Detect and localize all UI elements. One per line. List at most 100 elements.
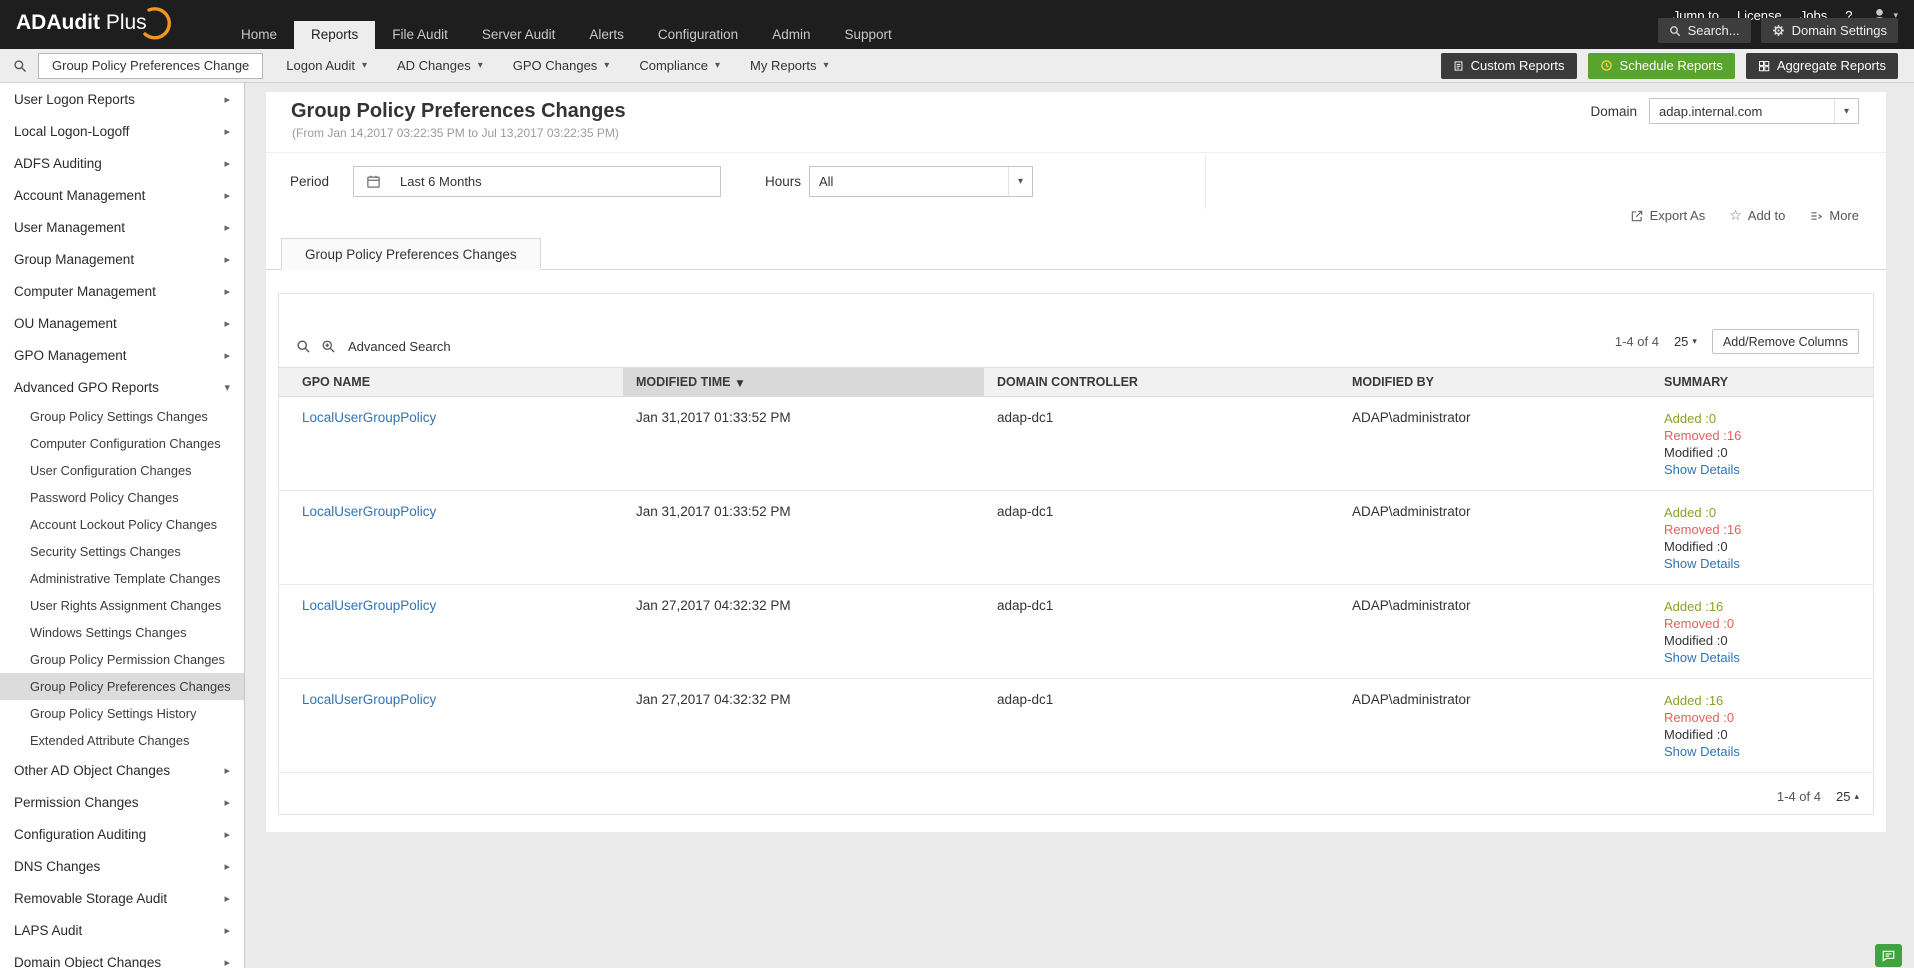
advanced-search-label[interactable]: Advanced Search: [348, 339, 451, 354]
sidebar-item-label: User Configuration Changes: [30, 463, 192, 478]
chevron-down-icon: ▾: [714, 60, 721, 71]
sidebar-item-security-settings-changes[interactable]: Security Settings Changes: [0, 538, 244, 565]
hours-select[interactable]: All ▾: [809, 166, 1033, 197]
sidebar-item-administrative-template-changes[interactable]: Administrative Template Changes: [0, 565, 244, 592]
add-remove-columns-button[interactable]: Add/Remove Columns: [1711, 329, 1859, 354]
sidebar-item-group-policy-permission-changes[interactable]: Group Policy Permission Changes: [0, 646, 244, 673]
nav-item-support[interactable]: Support: [827, 21, 908, 49]
sidebar-item-label: ADFS Auditing: [14, 155, 102, 171]
summary-cell: Added :16 Removed :0 Modified :0 Show Detai…: [1651, 678, 1873, 773]
nav-item-server-audit[interactable]: Server Audit: [465, 21, 573, 49]
show-details-link[interactable]: Show Details: [1664, 743, 1873, 760]
column-label: MODIFIED TIME: [636, 375, 731, 389]
sidebar-list: User Logon Reports ▸ Local Logon-Logoff ▸ AD…: [0, 83, 244, 968]
chevron-right-icon: ▸: [224, 316, 230, 330]
chevron-down-icon: ▾: [1692, 336, 1697, 347]
sidebar-item-gpo-management[interactable]: GPO Management ▸: [0, 339, 244, 371]
hours-select-box: All ▾: [809, 166, 1033, 197]
schedule-reports-button[interactable]: Schedule Reports: [1587, 52, 1735, 79]
sidebar-item-extended-attribute-changes[interactable]: Extended Attribute Changes: [0, 727, 244, 754]
sidebar-item-group-policy-preferences-changes[interactable]: Group Policy Preferences Changes: [0, 673, 244, 700]
sidebar-item-label: Other AD Object Changes: [14, 762, 171, 778]
custom-reports-button[interactable]: Custom Reports: [1440, 52, 1577, 79]
gpo-name-link[interactable]: LocalUserGroupPolicy: [302, 410, 436, 425]
chevron-right-icon: ▸: [224, 220, 230, 234]
menu-my-reports[interactable]: My Reports ▾: [735, 49, 844, 83]
sidebar-item-removable-storage-audit[interactable]: Removable Storage Audit ▸: [0, 882, 244, 914]
table-row: LocalUserGroupPolicy Jan 31,2017 01:33:52…: [279, 396, 1873, 491]
sidebar-item-group-policy-settings-history[interactable]: Group Policy Settings History: [0, 700, 244, 727]
sidebar-item-other-ad-object-changes[interactable]: Other AD Object Changes ▸: [0, 754, 244, 786]
sidebar-item-domain-object-changes[interactable]: Domain Object Changes ▸: [0, 946, 244, 968]
column-header-domain-controller[interactable]: DOMAIN CONTROLLER: [984, 367, 1339, 397]
gpo-name-link[interactable]: LocalUserGroupPolicy: [302, 598, 436, 613]
sidebar-item-adfs-auditing[interactable]: ADFS Auditing ▸: [0, 147, 244, 179]
sidebar-item-laps-audit[interactable]: LAPS Audit ▸: [0, 914, 244, 946]
tab-group-policy-preferences-changes[interactable]: Group Policy Preferences Changes: [281, 238, 541, 270]
page-size-dropdown[interactable]: 25 ▾: [1674, 334, 1697, 349]
sidebar-item-ou-management[interactable]: OU Management ▸: [0, 307, 244, 339]
sidebar-item-dns-changes[interactable]: DNS Changes ▸: [0, 850, 244, 882]
nav-item-reports[interactable]: Reports: [294, 21, 376, 49]
export-as-button[interactable]: Export As: [1630, 208, 1705, 223]
nav-item-alerts[interactable]: Alerts: [572, 21, 641, 49]
summary-added: Added :0: [1664, 505, 1717, 520]
chevron-right-icon: ▸: [224, 92, 230, 106]
add-to-button[interactable]: ☆ Add to: [1729, 208, 1785, 223]
period-picker[interactable]: Last 6 Months: [353, 166, 721, 197]
sidebar-item-account-lockout-policy-changes[interactable]: Account Lockout Policy Changes: [0, 511, 244, 538]
chat-icon: [1882, 950, 1895, 962]
sidebar-item-group-policy-settings-changes[interactable]: Group Policy Settings Changes: [0, 403, 244, 430]
show-details-link[interactable]: Show Details: [1664, 555, 1873, 572]
divider: [1205, 154, 1206, 209]
more-button[interactable]: More: [1809, 208, 1859, 223]
column-header-modified-time[interactable]: MODIFIED TIME ▼: [623, 367, 984, 397]
nav-item-admin[interactable]: Admin: [755, 21, 827, 49]
show-details-link[interactable]: Show Details: [1664, 649, 1873, 666]
search-icon[interactable]: [296, 339, 311, 354]
show-details-link[interactable]: Show Details: [1664, 461, 1873, 478]
report-search-icon[interactable]: [13, 59, 27, 73]
column-header-modified-by[interactable]: MODIFIED BY: [1339, 367, 1651, 397]
sidebar-item-user-configuration-changes[interactable]: User Configuration Changes: [0, 457, 244, 484]
menu-ad-changes[interactable]: AD Changes ▾: [382, 49, 498, 83]
chevron-down-icon: ▾: [361, 60, 367, 71]
nav-item-home[interactable]: Home: [224, 21, 294, 49]
sidebar-item-user-logon-reports[interactable]: User Logon Reports ▸: [0, 83, 244, 115]
sidebar-item-computer-management[interactable]: Computer Management ▸: [0, 275, 244, 307]
search-button[interactable]: Search...: [1657, 18, 1751, 43]
sidebar-item-computer-configuration-changes[interactable]: Computer Configuration Changes: [0, 430, 244, 457]
gpo-name-link[interactable]: LocalUserGroupPolicy: [302, 504, 436, 519]
domain-select[interactable]: adap.internal.com ▾: [1649, 98, 1859, 124]
menu-logon-audit[interactable]: Logon Audit ▾: [271, 49, 382, 83]
sidebar-item-local-logon-logoff[interactable]: Local Logon-Logoff ▸: [0, 115, 244, 147]
page-size-dropdown-bottom[interactable]: 25 ▴: [1836, 789, 1859, 804]
current-report-box[interactable]: Group Policy Preferences Change: [38, 52, 264, 79]
sidebar-item-configuration-auditing[interactable]: Configuration Auditing ▸: [0, 818, 244, 850]
advanced-search-icon[interactable]: [321, 339, 336, 354]
report-action-links: Export As ☆ Add to More: [1630, 208, 1859, 223]
column-header-gpo-name[interactable]: GPO NAME: [279, 367, 623, 397]
menu-label: My Reports: [750, 58, 817, 73]
chevron-down-icon: ▾: [604, 60, 610, 71]
gpo-name-link[interactable]: LocalUserGroupPolicy: [302, 692, 436, 707]
sidebar-item-advanced-gpo-reports[interactable]: Advanced GPO Reports ▾: [0, 371, 244, 403]
summary-added: Added :0: [1664, 411, 1717, 426]
nav-item-configuration[interactable]: Configuration: [641, 21, 755, 49]
sidebar-item-user-rights-assignment-changes[interactable]: User Rights Assignment Changes: [0, 592, 244, 619]
domain-settings-label: Domain Settings: [1791, 23, 1887, 38]
chat-button[interactable]: [1875, 944, 1902, 967]
domain-settings-button[interactable]: Domain Settings: [1760, 18, 1898, 43]
nav-item-file-audit[interactable]: File Audit: [375, 21, 465, 49]
sidebar-item-user-management[interactable]: User Management ▸: [0, 211, 244, 243]
sidebar-item-permission-changes[interactable]: Permission Changes ▸: [0, 786, 244, 818]
menu-gpo-changes[interactable]: GPO Changes ▾: [498, 49, 625, 83]
column-header-summary[interactable]: SUMMARY: [1651, 367, 1873, 397]
sidebar-item-password-policy-changes[interactable]: Password Policy Changes: [0, 484, 244, 511]
sidebar-item-windows-settings-changes[interactable]: Windows Settings Changes: [0, 619, 244, 646]
menu-compliance[interactable]: Compliance ▾: [624, 49, 735, 83]
domain-controller-cell: adap-dc1: [984, 396, 1339, 491]
sidebar-item-group-management[interactable]: Group Management ▸: [0, 243, 244, 275]
aggregate-reports-button[interactable]: Aggregate Reports: [1745, 52, 1898, 79]
sidebar-item-account-management[interactable]: Account Management ▸: [0, 179, 244, 211]
